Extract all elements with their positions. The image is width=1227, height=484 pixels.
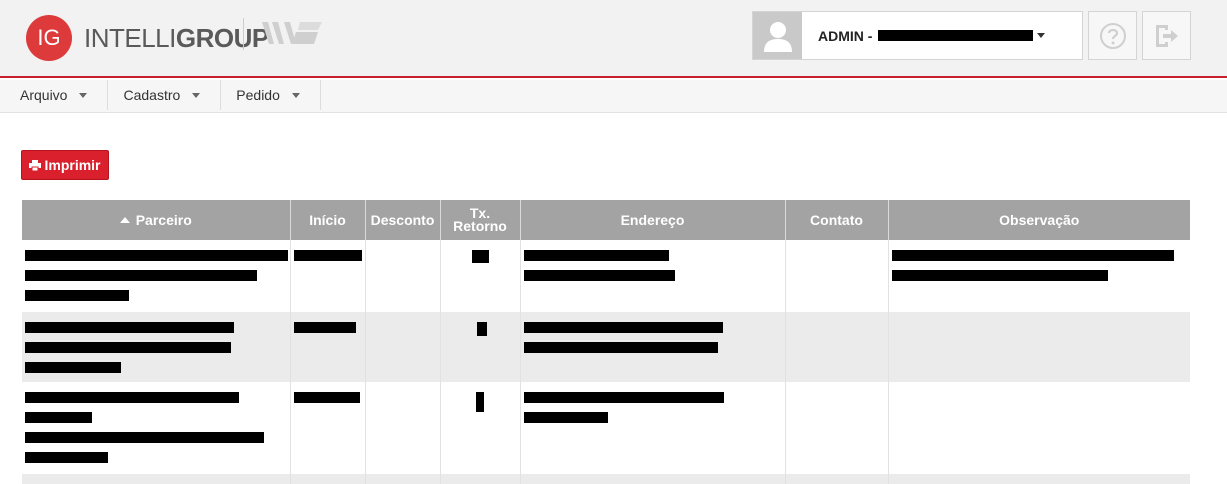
column-header-contato[interactable]: Contato xyxy=(785,200,889,240)
cell-tx-retorno xyxy=(440,382,521,474)
print-button[interactable]: Imprimir xyxy=(21,150,109,180)
column-label: Endereço xyxy=(620,211,685,228)
column-header-observacao[interactable]: Observação xyxy=(888,200,1190,240)
user-label: ADMIN - xyxy=(818,27,873,44)
help-button[interactable] xyxy=(1088,11,1137,60)
logout-icon xyxy=(1155,24,1178,47)
chevron-down-icon xyxy=(291,92,300,98)
cell-contato xyxy=(785,312,889,382)
table-row[interactable] xyxy=(22,312,1190,382)
cell-inicio xyxy=(290,240,366,312)
column-header-desconto[interactable]: Desconto xyxy=(365,200,441,240)
column-label: Início xyxy=(309,211,346,228)
menu-cadastro[interactable]: Cadastro xyxy=(108,80,222,110)
user-name: ADMIN - xyxy=(818,27,1046,44)
cell-parceiro xyxy=(22,382,291,474)
partners-table: Parceiro Início Desconto Tx. Retorno Ende… xyxy=(22,200,1190,484)
main-menu: Arquivo Cadastro Pedido xyxy=(0,80,1227,113)
cell-endereco xyxy=(520,382,786,474)
chevron-down-icon xyxy=(192,92,201,98)
menu-cadastro-label: Cadastro xyxy=(123,87,181,103)
intelligroup-logo[interactable]: IG INTELLIGROUP xyxy=(26,15,269,61)
cell-inicio xyxy=(290,312,366,382)
table-row[interactable] xyxy=(22,240,1190,312)
cell-endereco xyxy=(520,240,786,312)
column-label: Retorno xyxy=(453,218,507,234)
cell-desconto xyxy=(365,382,441,474)
logo-text: INTELLIGROUP xyxy=(84,23,269,54)
column-header-parceiro[interactable]: Parceiro xyxy=(22,200,291,240)
cell-contato xyxy=(785,240,889,312)
logo-badge: IG xyxy=(26,15,72,61)
column-header-tx-retorno[interactable]: Tx. Retorno xyxy=(440,200,521,240)
header-divider xyxy=(243,18,244,50)
cell-inicio xyxy=(290,382,366,474)
user-menu[interactable]: ADMIN - xyxy=(752,11,1083,60)
app-header: IG INTELLIGROUP ADMIN - xyxy=(0,0,1227,78)
column-header-inicio[interactable]: Início xyxy=(290,200,366,240)
menu-arquivo-label: Arquivo xyxy=(20,87,68,103)
column-header-endereco[interactable]: Endereço xyxy=(520,200,786,240)
chevron-down-icon xyxy=(1037,33,1046,38)
cell-endereco xyxy=(520,312,786,382)
chevron-down-icon xyxy=(79,92,88,98)
column-label: Parceiro xyxy=(135,211,192,228)
print-label: Imprimir xyxy=(44,157,101,173)
cell-observacao xyxy=(888,240,1190,312)
menu-pedido[interactable]: Pedido xyxy=(221,80,321,110)
cell-desconto xyxy=(365,240,441,312)
menu-arquivo[interactable]: Arquivo xyxy=(0,80,109,110)
column-label: Desconto xyxy=(370,211,435,228)
user-avatar-icon xyxy=(753,12,802,59)
cell-tx-retorno xyxy=(440,312,521,382)
cell-parceiro xyxy=(22,240,291,312)
cell-parceiro xyxy=(22,312,291,382)
column-label: Contato xyxy=(810,211,863,228)
cell-observacao xyxy=(888,312,1190,382)
cell-observacao xyxy=(888,382,1190,474)
table-row[interactable] xyxy=(22,382,1190,474)
table-header-row: Parceiro Início Desconto Tx. Retorno Ende… xyxy=(22,200,1190,240)
logo-text-bold: GROUP xyxy=(175,22,269,53)
column-label: Observação xyxy=(999,211,1080,228)
sort-asc-icon xyxy=(119,216,130,223)
help-icon xyxy=(1099,22,1126,49)
cell-desconto xyxy=(365,312,441,382)
printer-icon xyxy=(29,159,42,171)
logo-text-light: INTELLI xyxy=(84,22,176,53)
logout-button[interactable] xyxy=(1142,11,1191,60)
user-name-redacted xyxy=(878,30,1034,41)
cell-tx-retorno xyxy=(440,240,521,312)
partner-logo-icon xyxy=(262,22,322,44)
menu-pedido-label: Pedido xyxy=(236,87,280,103)
cell-contato xyxy=(785,382,889,474)
